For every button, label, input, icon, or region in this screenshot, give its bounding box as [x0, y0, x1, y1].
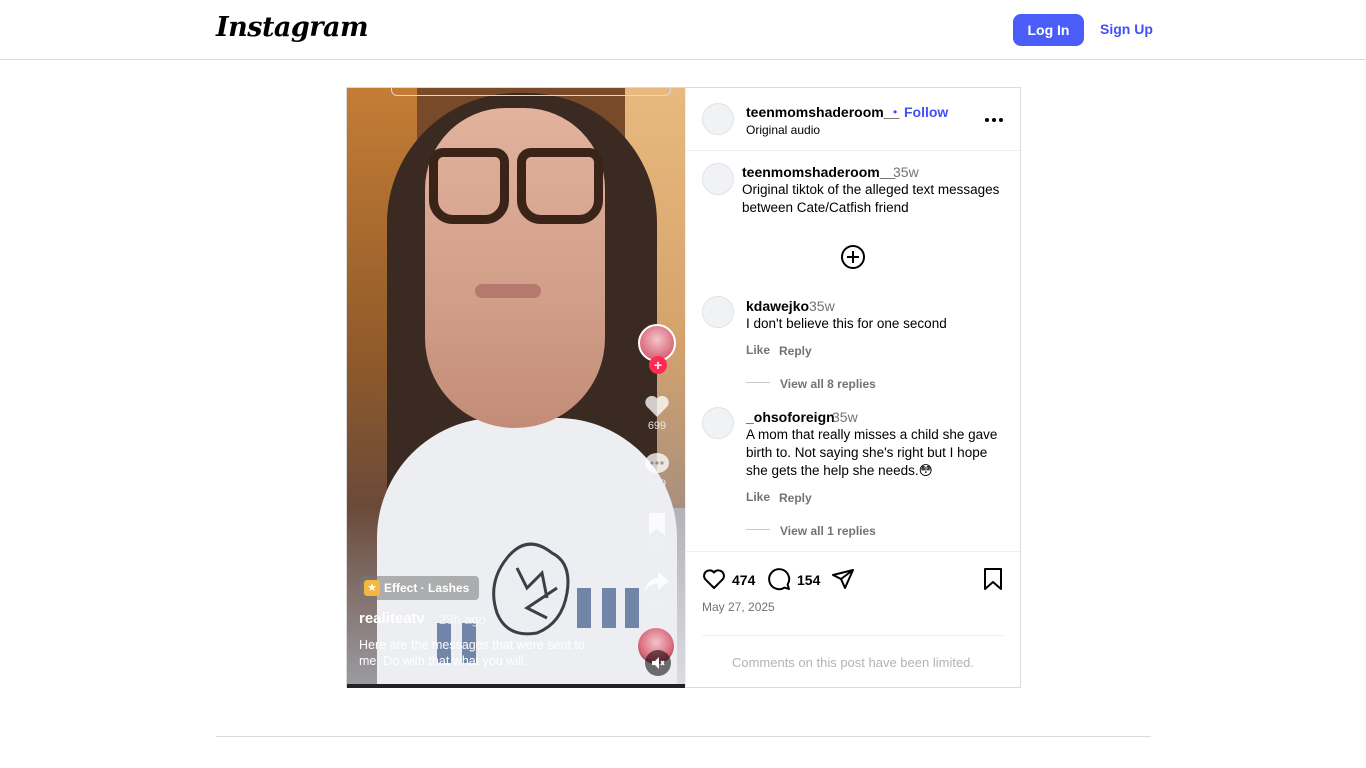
footer-divider	[216, 736, 1151, 737]
video-caption: Here are the messages that were sent to …	[359, 638, 585, 668]
caption-avatar[interactable]	[702, 163, 734, 195]
comment-bubble-icon	[645, 453, 669, 473]
signup-link[interactable]: Sign Up	[1100, 21, 1153, 37]
comment-time: 35w	[832, 409, 858, 425]
comment-icon[interactable]	[767, 567, 791, 591]
post-details-pane: teenmomshaderoom__ • Follow Original aud…	[685, 88, 1022, 688]
video-share-count: 99	[650, 596, 664, 608]
comment-reply-button[interactable]: Reply	[779, 491, 812, 505]
login-button[interactable]: Log In	[1013, 14, 1084, 46]
post-actions-footer: 474 154 May 27, 2025 Comments on this po…	[686, 551, 1022, 688]
heart-icon	[645, 395, 669, 417]
comment-like-button[interactable]: Like	[746, 490, 770, 504]
comment-username[interactable]: kdawejko	[746, 298, 809, 314]
video-progress-bar[interactable]	[347, 684, 685, 688]
video-like-action[interactable]: 699	[635, 394, 679, 432]
view-replies-button[interactable]: View all 1 replies	[780, 524, 876, 538]
follow-separator: •	[893, 105, 898, 119]
video-subject-mouth	[475, 284, 541, 298]
mute-button[interactable]	[645, 650, 671, 676]
share-paper-plane-icon[interactable]	[831, 567, 855, 591]
comment-avatar[interactable]	[702, 296, 734, 328]
comments-limited-notice: Comments on this post have been limited.	[702, 635, 1004, 670]
post-header: teenmomshaderoom__ • Follow Original aud…	[686, 88, 1022, 151]
audio-link[interactable]: Original audio	[746, 123, 820, 137]
comment-username[interactable]: _ohsoforeign	[746, 409, 835, 425]
like-heart-icon[interactable]	[702, 567, 726, 591]
video-share-action[interactable]: 99	[635, 570, 679, 608]
comment-text: I don't believe this for one second	[746, 316, 947, 331]
like-count[interactable]: 474	[732, 572, 755, 588]
follow-button[interactable]: Follow	[904, 104, 948, 120]
more-options-icon[interactable]	[982, 110, 1006, 130]
author-avatar[interactable]	[702, 103, 734, 135]
bookmark-icon	[649, 513, 665, 535]
save-bookmark-icon[interactable]	[982, 567, 1004, 591]
follow-plus-icon[interactable]: +	[649, 356, 667, 374]
caption-text: Original tiktok of the alleged text mess…	[742, 182, 1000, 215]
caption-username[interactable]: teenmomshaderoom__	[742, 164, 895, 180]
post-date: May 27, 2025	[702, 600, 775, 614]
post-card: + 699 249 101 99 ★ Effect · Lashes reali…	[346, 87, 1022, 688]
video-save-count: 101	[647, 538, 667, 550]
video-username: realiteatv	[359, 610, 425, 627]
video-comment-count: 249	[647, 478, 667, 490]
comment-reply-button[interactable]: Reply	[779, 344, 812, 358]
video-like-count: 699	[647, 420, 667, 432]
comment-count[interactable]: 154	[797, 572, 820, 588]
share-arrow-icon	[645, 572, 669, 592]
video-save-action[interactable]: 101	[635, 512, 679, 550]
author-username[interactable]: teenmomshaderoom__	[746, 104, 899, 120]
video-time-ago: 23h ago	[439, 612, 486, 627]
instagram-logo[interactable]: Instagram	[216, 12, 369, 43]
reel-video[interactable]: + 699 249 101 99 ★ Effect · Lashes reali…	[347, 88, 685, 688]
muted-speaker-icon	[652, 657, 665, 669]
comment-like-button[interactable]: Like	[746, 343, 770, 357]
top-navigation-bar: Instagram Log In Sign Up	[0, 0, 1366, 60]
replies-divider	[746, 529, 770, 530]
replies-divider	[746, 382, 770, 383]
effect-star-icon: ★	[364, 580, 380, 596]
video-subject-glasses-right	[517, 148, 603, 224]
video-subject-glasses-left	[429, 148, 509, 224]
effect-label: Effect · Lashes	[384, 581, 470, 595]
comment-text: A mom that really misses a child she gav…	[746, 427, 998, 478]
video-comment-action[interactable]: 249	[635, 452, 679, 490]
comment-avatar[interactable]	[702, 407, 734, 439]
effect-chip[interactable]: ★ Effect · Lashes	[360, 576, 480, 600]
video-top-overlay	[391, 88, 671, 96]
view-replies-button[interactable]: View all 8 replies	[780, 377, 876, 391]
load-more-comments-icon[interactable]	[840, 244, 866, 270]
caption-time: 35w	[893, 164, 919, 180]
comment-time: 35w	[809, 298, 835, 314]
